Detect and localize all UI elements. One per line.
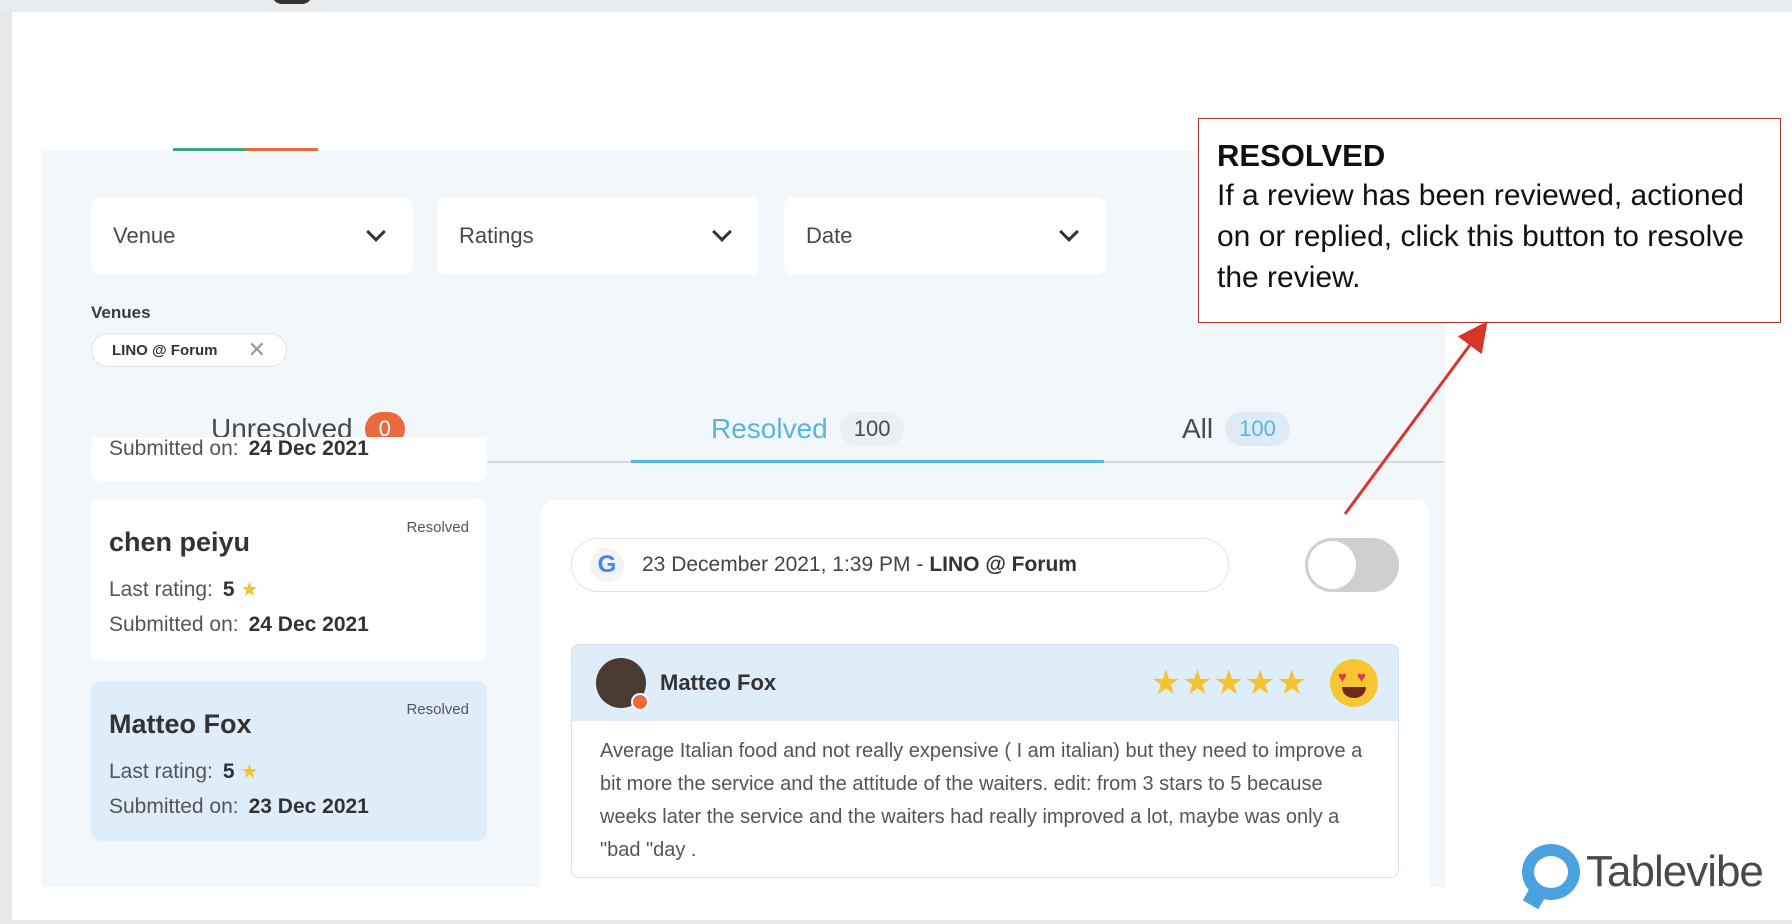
submitted-label: Submitted on: bbox=[109, 613, 239, 636]
star-rating-icon: ★★★★★ bbox=[1150, 664, 1308, 702]
venue-chip: LINO @ Forum ✕ bbox=[91, 333, 287, 367]
chef-hat-icon bbox=[1522, 844, 1580, 910]
rating-row: Last rating: 5 ★ bbox=[109, 577, 258, 602]
chevron-down-icon bbox=[366, 222, 386, 242]
rating-value: 5 bbox=[222, 760, 235, 783]
submitted-label: Submitted on: bbox=[109, 437, 239, 460]
venue-dropdown-label: Venue bbox=[113, 223, 176, 248]
reviewer-name: Matteo Fox bbox=[109, 709, 252, 739]
star-icon: ★ bbox=[240, 761, 259, 783]
review-venue: LINO @ Forum bbox=[929, 553, 1077, 576]
review-author: Matteo Fox bbox=[660, 670, 777, 695]
resolve-toggle[interactable] bbox=[1305, 538, 1399, 592]
tab-all[interactable]: All 100 bbox=[1182, 395, 1290, 463]
status-badge: Resolved bbox=[406, 519, 469, 536]
rating-row: Last rating: 5 ★ bbox=[109, 759, 258, 784]
logo-text: Tablevibe bbox=[1586, 847, 1764, 896]
rating-value: 5 bbox=[222, 578, 235, 601]
toggle-knob bbox=[1308, 541, 1356, 589]
google-icon: G bbox=[590, 548, 624, 582]
tab-all-count: 100 bbox=[1225, 412, 1290, 446]
date-dropdown[interactable]: Date bbox=[784, 197, 1106, 275]
top-strip bbox=[0, 0, 1792, 12]
submitted-row: Submitted on: 24 Dec 2021 bbox=[109, 613, 369, 637]
review-date: 23 December 2021, 1:39 PM - bbox=[642, 553, 924, 576]
tab-resolved-count: 100 bbox=[839, 412, 905, 446]
submitted-row: Submitted on: 23 Dec 2021 bbox=[109, 795, 369, 819]
list-item[interactable]: Resolved chen peiyu Last rating: 5 ★ Subm… bbox=[91, 499, 487, 661]
plus-badge-icon bbox=[631, 693, 649, 711]
submitted-value: 23 Dec 2021 bbox=[248, 795, 369, 818]
resolved-callout: RESOLVED If a review has been reviewed, … bbox=[1198, 118, 1781, 323]
list-item-selected[interactable]: Resolved Matteo Fox Last rating: 5 ★ Subm… bbox=[91, 681, 487, 841]
review-card: Matteo Fox ★★★★★ ♥ ♥ Average Italian foo… bbox=[571, 644, 1399, 878]
active-tab-indicator bbox=[631, 460, 1104, 463]
date-dropdown-label: Date bbox=[806, 223, 853, 248]
tablevibe-logo: Tablevibe bbox=[1522, 844, 1764, 910]
tab-all-label: All bbox=[1182, 413, 1214, 444]
review-detail-panel: G 23 December 2021, 1:39 PM - LINO @ For… bbox=[540, 500, 1430, 887]
submitted-value: 24 Dec 2021 bbox=[248, 613, 369, 636]
avatar bbox=[596, 658, 649, 711]
ratings-dropdown[interactable]: Ratings bbox=[437, 197, 759, 275]
submitted-row: Submitted on: 24 Dec 2021 bbox=[109, 437, 369, 461]
venue-chip-label: LINO @ Forum bbox=[112, 341, 218, 359]
ratings-dropdown-label: Ratings bbox=[459, 223, 534, 248]
status-badge: Resolved bbox=[406, 701, 469, 718]
reviewer-name: chen peiyu bbox=[109, 527, 251, 557]
submitted-label: Submitted on: bbox=[109, 795, 239, 818]
star-icon: ★ bbox=[240, 579, 259, 601]
callout-body: If a review has been reviewed, actioned … bbox=[1217, 179, 1744, 294]
chevron-down-icon bbox=[712, 222, 732, 242]
rating-label: Last rating: bbox=[109, 578, 213, 601]
heart-eyes-emoji-icon: ♥ ♥ bbox=[1330, 659, 1378, 707]
review-source: G 23 December 2021, 1:39 PM - LINO @ For… bbox=[571, 538, 1229, 592]
review-header: Matteo Fox ★★★★★ ♥ ♥ bbox=[572, 645, 1398, 721]
tab-resolved-label: Resolved bbox=[711, 413, 828, 444]
heading-fragment bbox=[272, 0, 312, 4]
callout-title: RESOLVED bbox=[1217, 138, 1386, 173]
submitted-value: 24 Dec 2021 bbox=[248, 437, 369, 460]
venues-label: Venues bbox=[91, 303, 151, 322]
tab-resolved[interactable]: Resolved 100 bbox=[711, 395, 905, 463]
list-item[interactable]: Submitted on: 24 Dec 2021 bbox=[91, 437, 487, 481]
rating-label: Last rating: bbox=[109, 760, 213, 783]
venue-dropdown[interactable]: Venue bbox=[91, 197, 413, 275]
close-icon[interactable]: ✕ bbox=[248, 337, 266, 363]
review-text: Average Italian food and not really expe… bbox=[600, 740, 1363, 861]
chevron-down-icon bbox=[1059, 222, 1079, 242]
